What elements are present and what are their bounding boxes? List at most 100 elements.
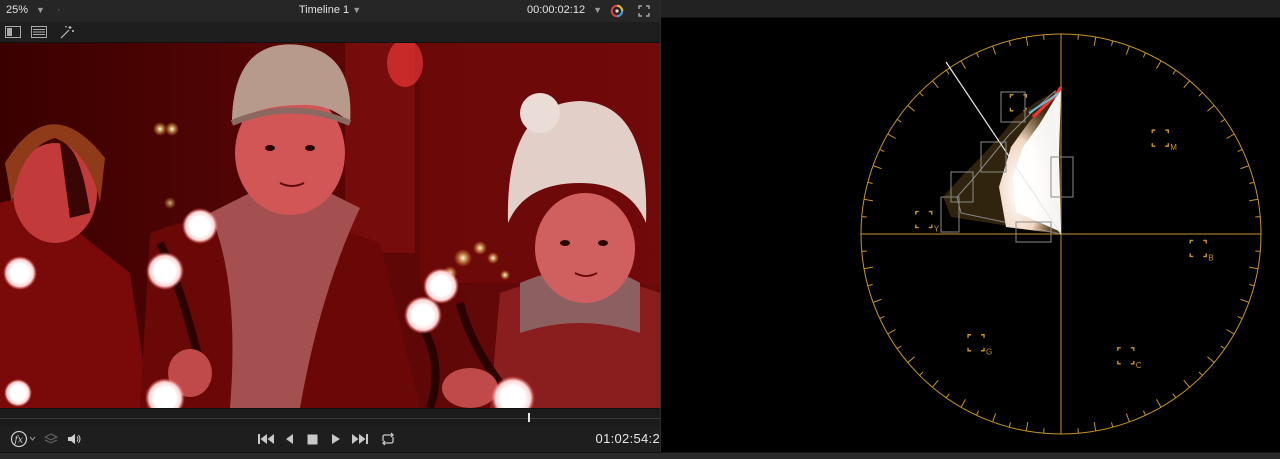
- chevron-down-icon: ▼: [352, 5, 362, 15]
- vectorscope-panel: MBCGYR: [660, 0, 1280, 452]
- loop-icon[interactable]: [380, 430, 396, 448]
- graticule-tick: [1125, 413, 1130, 423]
- layers-icon[interactable]: [44, 430, 58, 448]
- graticule-tick: [1183, 80, 1190, 89]
- graticule-tick: [1172, 393, 1177, 399]
- target-label: Y: [934, 225, 940, 234]
- clip-list-icon[interactable]: [30, 24, 48, 40]
- graticule-tick: [907, 105, 916, 112]
- graticule-tick: [1237, 315, 1243, 319]
- graticule-tick: [1125, 45, 1130, 55]
- graticule-tick: [1220, 345, 1226, 350]
- color-wheel-icon[interactable]: [609, 3, 625, 19]
- graticule-tick: [1249, 198, 1259, 202]
- play-icon[interactable]: [331, 430, 341, 448]
- graticule-tick: [945, 393, 950, 399]
- viewer-panel: 25% ▼ · Timeline 1 ▼ 00:00:02:12 ▼ fx 01…: [0, 0, 660, 459]
- vectorscope-graticule: MBCGYR: [860, 33, 1262, 435]
- graticule-tick: [1110, 40, 1114, 46]
- video-frame[interactable]: [0, 43, 660, 408]
- stop-icon[interactable]: [307, 430, 318, 448]
- bottom-strip: [0, 452, 1280, 459]
- magic-wand-icon[interactable]: [58, 24, 76, 40]
- viewer-header: 25% ▼ · Timeline 1 ▼ 00:00:02:12 ▼: [0, 0, 660, 23]
- graticule-tick: [1025, 36, 1029, 46]
- graticule-tick: [1206, 356, 1215, 363]
- graticule-tick: [1198, 371, 1203, 376]
- graticule-tick: [867, 283, 873, 287]
- target-g: G: [967, 334, 992, 357]
- graticule-tick: [932, 80, 939, 89]
- graticule-tick: [896, 345, 902, 350]
- graticule-tick: [960, 399, 966, 408]
- timecode-bottom: 01:02:54:2: [595, 431, 660, 446]
- graticule-tick: [1240, 298, 1250, 303]
- timeline-name: Timeline 1: [298, 4, 350, 16]
- scrubber-bar[interactable]: [0, 408, 660, 427]
- speaker-icon[interactable]: [66, 430, 82, 448]
- skip-to-end-icon[interactable]: [352, 430, 368, 448]
- graticule-tick: [1025, 422, 1029, 432]
- graticule-tick: [960, 60, 966, 69]
- graticule-tick: [907, 356, 916, 363]
- graticule-tick: [1156, 60, 1162, 69]
- timecode-top: 00:00:02:12: [526, 4, 586, 16]
- svg-text:fx: fx: [14, 436, 23, 446]
- target-y: Y: [915, 210, 940, 234]
- graticule-tick: [1249, 283, 1255, 287]
- graticule-tick: [1008, 422, 1012, 428]
- target-label: C: [1136, 361, 1142, 370]
- graticule-tick: [1249, 266, 1259, 270]
- graticule-tick: [919, 92, 924, 97]
- target-c: C: [1117, 347, 1142, 370]
- transport-controls: fx 01:02:54:2: [0, 426, 660, 452]
- graticule-tick: [1172, 69, 1177, 75]
- graticule-tick: [1206, 105, 1215, 112]
- graticule-tick: [1142, 52, 1146, 58]
- scrubber-track: [0, 418, 660, 419]
- vectorscope-trace: [940, 61, 1074, 243]
- fx-icon[interactable]: fx: [10, 430, 36, 448]
- chevron-down-icon: ▼: [593, 5, 602, 15]
- playhead[interactable]: [528, 413, 530, 422]
- graticule-tick: [896, 118, 902, 123]
- graticule-tick: [945, 69, 950, 75]
- graticule-tick: [1183, 379, 1190, 388]
- skip-to-start-icon[interactable]: [258, 430, 274, 448]
- graticule-tick: [863, 198, 873, 202]
- graticule-tick: [932, 379, 939, 388]
- graticule-tick: [1156, 399, 1162, 408]
- viewer-toolbar: [0, 22, 660, 43]
- graticule-tick: [863, 266, 873, 270]
- viewer-layout-icon[interactable]: [4, 24, 22, 40]
- graticule-tick: [1220, 118, 1226, 123]
- target-label: M: [1170, 143, 1177, 152]
- graticule-tick: [1142, 410, 1146, 416]
- fullscreen-icon[interactable]: [636, 3, 652, 19]
- target-m: M: [1151, 129, 1177, 152]
- timecode-selector[interactable]: 00:00:02:12 ▼: [527, 4, 602, 16]
- target-b: B: [1189, 239, 1214, 262]
- graticule-tick: [872, 298, 882, 303]
- graticule-tick: [919, 371, 924, 376]
- graticule-tick: [887, 329, 896, 335]
- graticule-tick: [879, 149, 885, 153]
- graticule-tick: [1110, 422, 1114, 428]
- graticule-tick: [1249, 181, 1255, 185]
- graticule-tick: [992, 413, 997, 423]
- scope-header: [661, 0, 1280, 18]
- target-label: B: [1208, 253, 1213, 262]
- graticule-tick: [976, 410, 980, 416]
- app-window: 25% ▼ · Timeline 1 ▼ 00:00:02:12 ▼ fx 01…: [0, 0, 1280, 459]
- step-back-icon[interactable]: [285, 430, 295, 448]
- graticule-tick: [1008, 40, 1012, 46]
- graticule-tick: [1093, 422, 1097, 432]
- graticule-tick: [1240, 165, 1250, 170]
- graticule-tick: [1198, 92, 1203, 97]
- graticule-tick: [887, 133, 896, 139]
- graticule-tick: [867, 181, 873, 185]
- graticule-tick: [1226, 133, 1235, 139]
- graticule-tick: [872, 165, 882, 170]
- video-frame-image: [0, 43, 660, 408]
- graticule-tick: [1237, 149, 1243, 153]
